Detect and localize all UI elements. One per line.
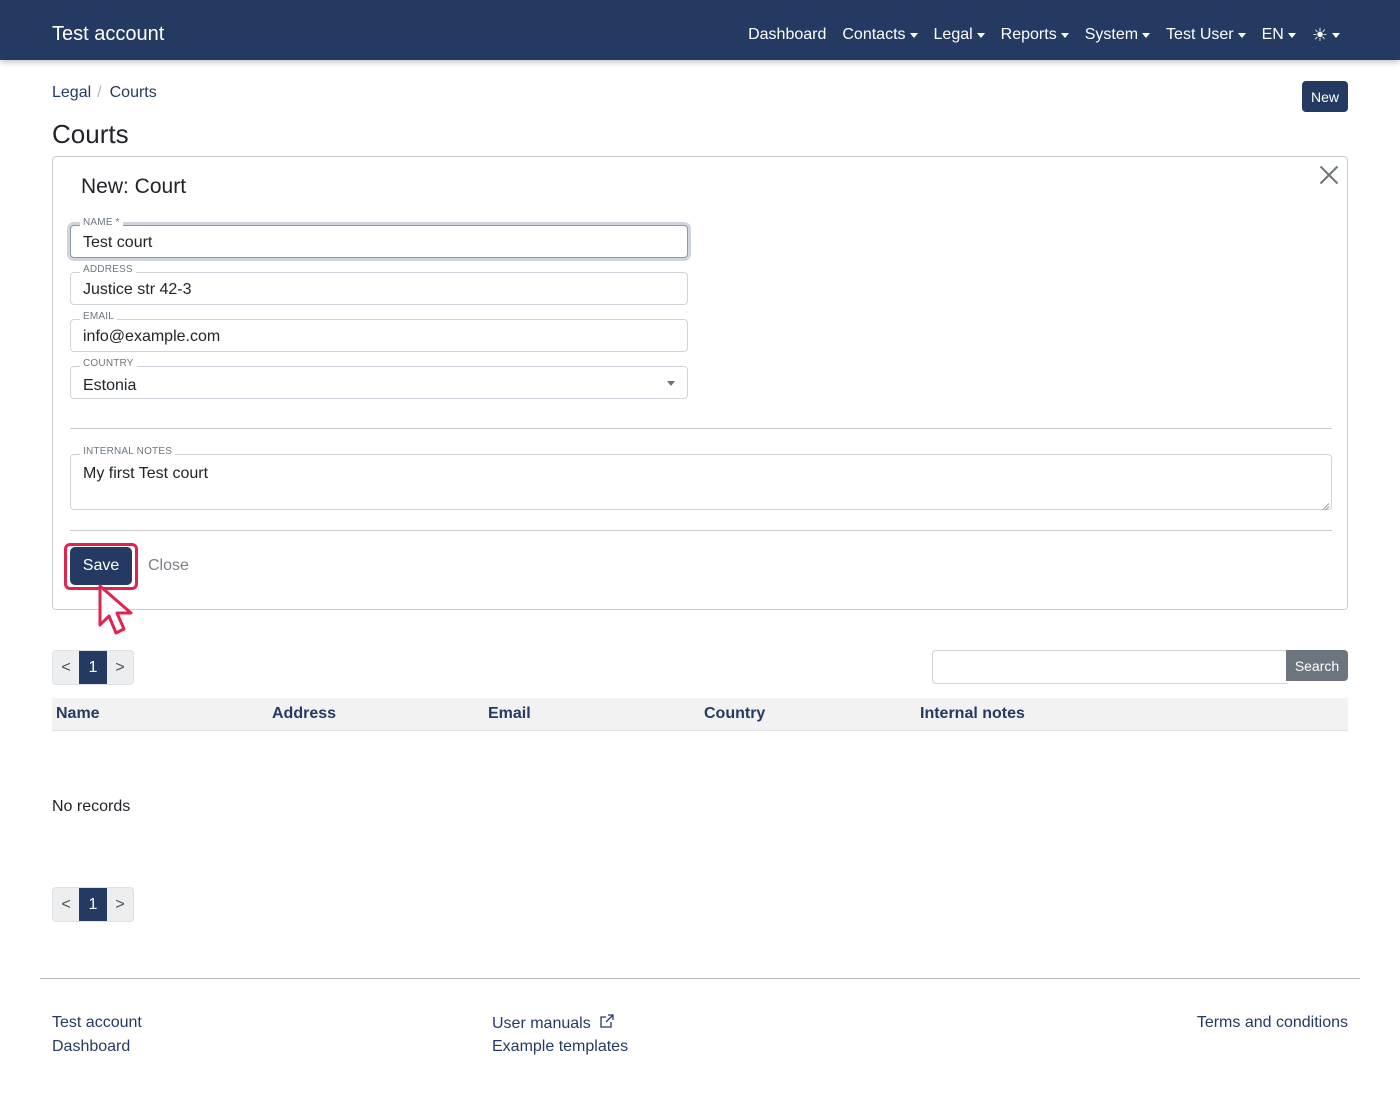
footer-divider [40,978,1360,979]
divider [70,428,1332,429]
footer-link-terms[interactable]: Terms and conditions [1197,1013,1348,1033]
main-nav: Dashboard Contacts Legal Reports System … [748,24,1340,46]
email-field[interactable]: EMAIL info@example.com [70,311,688,352]
top-navbar: Test account Dashboard Contacts Legal Re… [0,0,1400,60]
search-input[interactable] [932,650,1288,684]
caret-down-icon [1287,32,1296,38]
sun-icon: ☀ [1311,25,1328,45]
caret-down-icon [909,32,918,38]
current-page-button[interactable]: 1 [79,888,107,921]
caret-down-icon [976,32,985,38]
name-label: NAME * [80,217,123,229]
footer-link-account[interactable]: Test account [52,1013,142,1033]
form-title: New: Court [81,175,187,198]
external-link-icon [600,1014,614,1028]
internal-notes-textarea[interactable]: INTERNAL NOTES My first Test court [70,446,1332,510]
nav-label: Legal [933,26,973,43]
notes-label: INTERNAL NOTES [80,446,176,458]
caret-down-icon [1237,32,1246,38]
breadcrumb-separator: / [97,84,102,101]
nav-label: Contacts [842,26,906,43]
nav-theme-toggle[interactable]: ☀ [1312,25,1340,45]
brand-title[interactable]: Test account [52,22,164,46]
next-page-button[interactable]: > [107,888,133,921]
column-country[interactable]: Country [704,705,765,723]
column-email[interactable]: Email [488,705,531,723]
country-label: COUNTRY [80,358,137,370]
address-label: ADDRESS [80,264,136,276]
nav-contacts[interactable]: Contacts [842,24,918,46]
caret-down-icon [1142,32,1151,38]
prev-page-button[interactable]: < [53,651,79,684]
pagination-top: < 1 > [52,650,134,685]
nav-label: Test User [1166,26,1234,43]
pagination-bottom: < 1 > [52,887,134,922]
save-button[interactable]: Save [70,547,132,585]
footer-link-example-templates[interactable]: Example templates [492,1037,628,1057]
email-label: EMAIL [80,311,118,323]
country-select[interactable]: COUNTRY Estonia [70,358,688,399]
footer-link-user-manuals[interactable]: User manuals [492,1015,591,1032]
nav-reports[interactable]: Reports [1001,24,1069,46]
prev-page-button[interactable]: < [53,888,79,921]
column-name[interactable]: Name [56,705,100,723]
nav-label: Dashboard [748,26,827,43]
name-field[interactable]: NAME * Test court [70,217,688,258]
breadcrumb: Legal / Courts [52,83,157,103]
next-page-button[interactable]: > [107,651,133,684]
breadcrumb-courts[interactable]: Courts [110,83,157,103]
nav-legal[interactable]: Legal [934,24,985,46]
new-button[interactable]: New [1302,81,1348,112]
divider [70,530,1332,531]
nav-label: System [1084,26,1139,43]
nav-user-menu[interactable]: Test User [1166,24,1246,46]
nav-language[interactable]: EN [1262,24,1296,46]
address-field[interactable]: ADDRESS Justice str 42-3 [70,264,688,305]
column-internal-notes[interactable]: Internal notes [920,705,1025,723]
address-value: Justice str 42-3 [83,281,192,298]
caret-down-icon [1060,32,1069,38]
nav-label: Reports [1000,26,1057,43]
pointer-cursor-icon [98,584,133,635]
close-icon[interactable] [1319,165,1339,185]
breadcrumb-legal[interactable]: Legal [52,83,91,103]
name-value: Test court [83,234,153,251]
caret-down-icon [1332,32,1340,38]
column-address[interactable]: Address [272,705,336,723]
resize-handle-icon[interactable] [1321,499,1329,507]
new-court-form: New: Court NAME * Test court ADDRESS Jus… [52,156,1348,610]
close-button[interactable]: Close [148,556,189,576]
table-header: Name Address Email Country Internal note… [52,698,1348,731]
email-value: info@example.com [83,328,221,345]
chevron-down-icon [667,381,675,386]
page-title: Courts [52,119,129,149]
nav-dashboard[interactable]: Dashboard [748,24,826,46]
search-button[interactable]: Search [1286,650,1348,681]
notes-value: My first Test court [83,465,209,482]
nav-label: EN [1261,26,1284,43]
nav-system[interactable]: System [1084,24,1151,46]
current-page-button[interactable]: 1 [79,651,107,684]
country-value: Estonia [83,377,137,394]
footer-link-dashboard[interactable]: Dashboard [52,1037,130,1057]
footer-link-user-manuals-wrap[interactable]: User manuals [492,1013,615,1034]
empty-state-text: No records [52,798,131,815]
